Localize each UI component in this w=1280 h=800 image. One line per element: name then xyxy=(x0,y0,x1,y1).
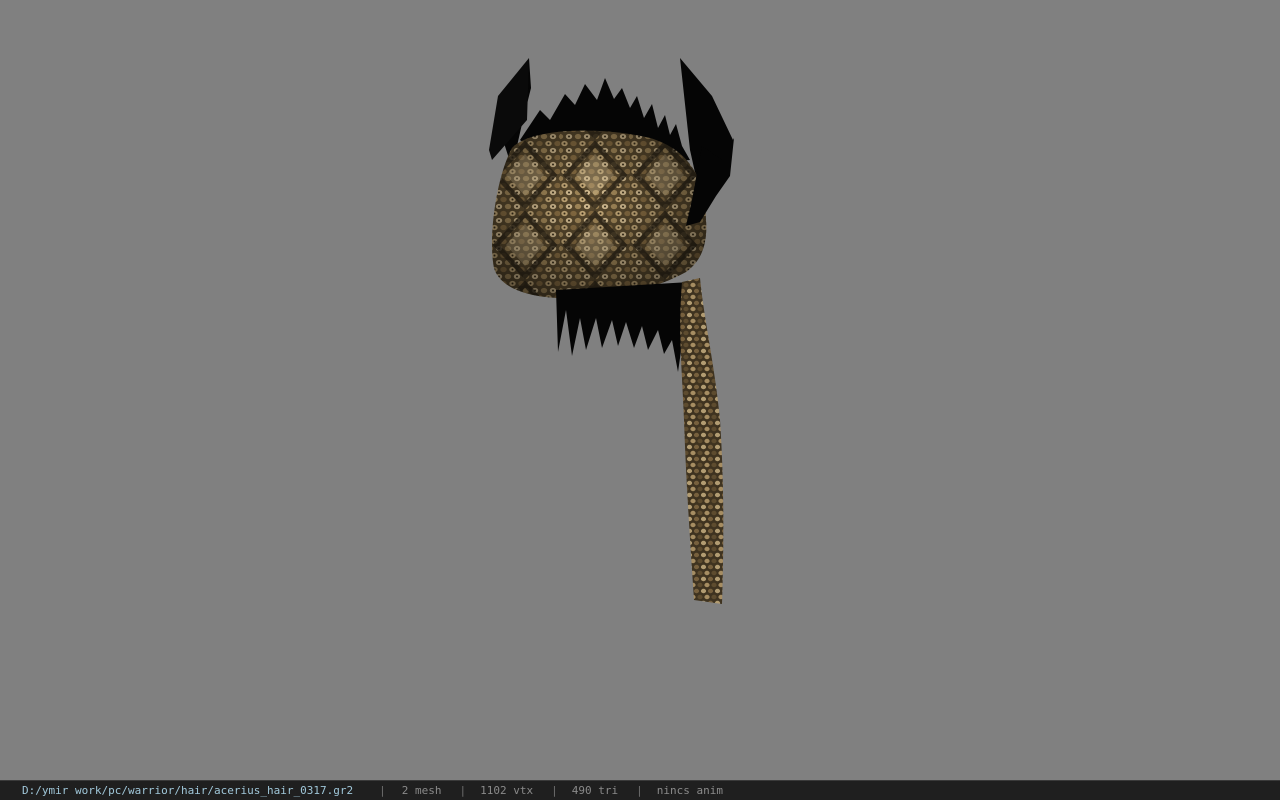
status-separator: | xyxy=(379,784,386,797)
bottom-spikes xyxy=(556,282,690,372)
hair-model-render xyxy=(489,58,734,604)
3d-viewport[interactable] xyxy=(0,0,1280,780)
status-separator: | xyxy=(459,784,467,797)
mesh-count: 2 mesh xyxy=(401,784,442,797)
anim-status: nincs anim xyxy=(656,784,723,797)
status-bar: D:/ymir work/pc/warrior/hair/acerius_hai… xyxy=(0,780,1280,800)
file-path: D:/ymir work/pc/warrior/hair/acerius_hai… xyxy=(22,784,354,797)
vertex-count: 1102 vtx xyxy=(480,784,534,797)
triangle-count: 490 tri xyxy=(571,784,619,797)
status-separator: | xyxy=(636,784,643,797)
status-separator: | xyxy=(551,784,558,797)
